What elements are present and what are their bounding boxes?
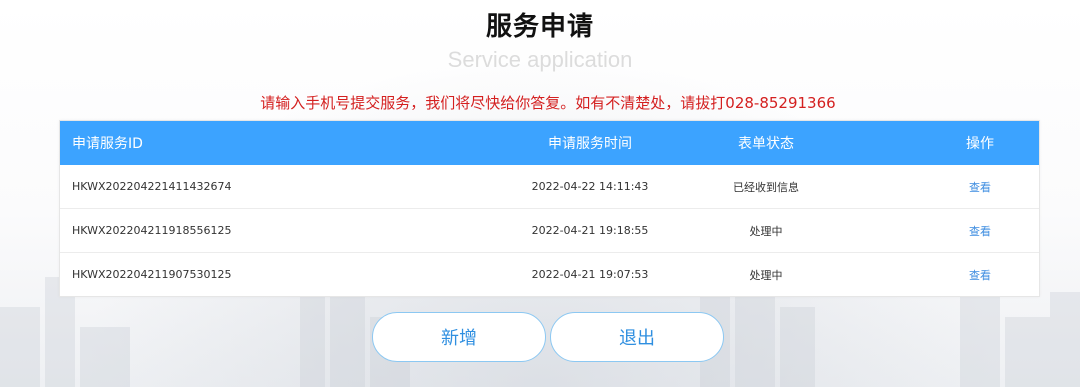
row-id: HKWX202204211918556125 xyxy=(72,224,232,237)
header-action: 操作 xyxy=(966,136,994,152)
row-id: HKWX202204221411432674 xyxy=(72,180,232,193)
view-link: 查看 xyxy=(930,209,1030,252)
service-table: 申请服务ID 申请服务时间 表单状态 操作 HKWX20220422141143… xyxy=(59,120,1040,297)
row-status: 处理中 xyxy=(749,268,783,282)
header-time: 申请服务时间 xyxy=(548,136,632,152)
table-row: HKWX202204221411432674 2022-04-22 14:11:… xyxy=(60,165,1039,209)
row-status: 处理中 xyxy=(749,224,783,238)
add-button[interactable]: 新增 xyxy=(372,312,546,362)
contact-notice: 请输入手机号提交服务，我们将尽快给你答复。如有不清楚处，请拔打028-85291… xyxy=(260,94,836,112)
view-link-text[interactable]: 查看 xyxy=(969,267,991,283)
row-time: 2022-04-22 14:11:43 xyxy=(531,180,649,193)
view-link-text[interactable]: 查看 xyxy=(969,179,991,195)
row-time: 2022-04-21 19:18:55 xyxy=(531,224,649,237)
service-application-page: 服务申请 Service application 请输入手机号提交服务，我们将尽… xyxy=(0,0,1080,387)
view-link: 查看 xyxy=(930,253,1030,296)
page-subtitle: Service application xyxy=(447,47,633,72)
view-link: 查看 xyxy=(930,165,1030,208)
table-row: HKWX202204211918556125 2022-04-21 19:18:… xyxy=(60,209,1039,253)
exit-button[interactable]: 退出 xyxy=(550,312,724,362)
header-status: 表单状态 xyxy=(738,136,794,152)
row-id: HKWX202204211907530125 xyxy=(72,268,232,281)
view-link-text[interactable]: 查看 xyxy=(969,223,991,239)
row-status: 已经收到信息 xyxy=(733,180,799,194)
table-row: HKWX202204211907530125 2022-04-21 19:07:… xyxy=(60,253,1039,296)
page-title: 服务申请 xyxy=(485,12,594,42)
header-id: 申请服务ID xyxy=(72,136,143,152)
row-time: 2022-04-21 19:07:53 xyxy=(531,268,649,281)
table-header: 申请服务ID 申请服务时间 表单状态 操作 xyxy=(60,121,1039,165)
